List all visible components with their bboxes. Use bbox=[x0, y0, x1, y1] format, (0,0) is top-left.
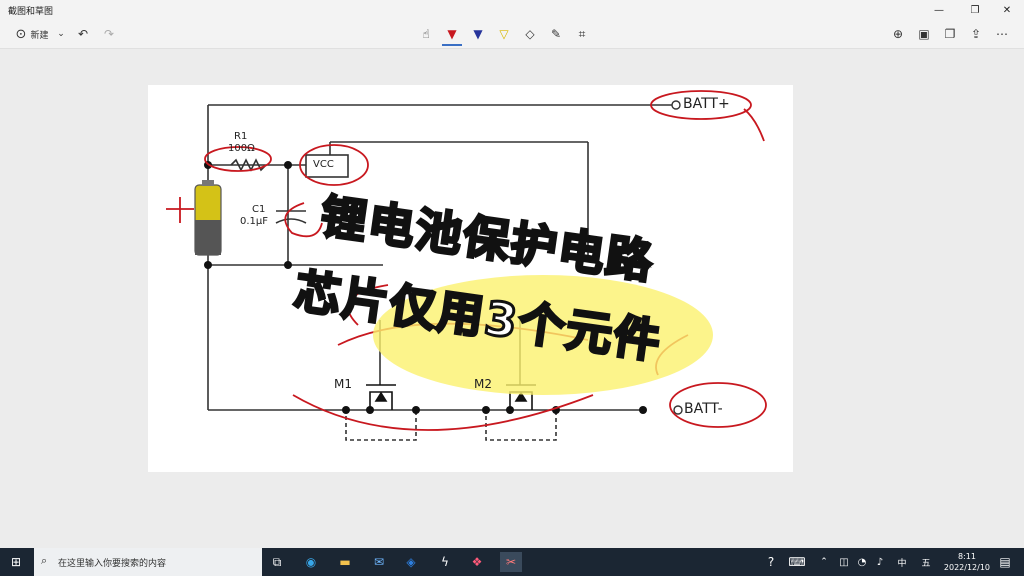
notifications-icon[interactable]: ▤ bbox=[994, 552, 1016, 572]
copy-icon[interactable]: ❐ bbox=[940, 24, 960, 44]
input-method-icon[interactable]: 五 bbox=[918, 552, 934, 572]
clock-time: 8:11 bbox=[957, 552, 976, 561]
wifi-icon[interactable]: ◔ bbox=[854, 552, 870, 572]
taskbar-search-box[interactable]: ⌕ 在这里输入你要搜索的内容 bbox=[34, 548, 262, 576]
title-bar: 截图和草图 — ❐ ✕ bbox=[0, 0, 1024, 20]
network-icon[interactable]: ◫ bbox=[836, 552, 852, 572]
zoom-icon[interactable]: ⊕ bbox=[888, 24, 908, 44]
edge-browser-icon[interactable]: ◉ bbox=[300, 552, 322, 572]
crop-icon[interactable]: ⌗ bbox=[572, 24, 592, 44]
help-icon[interactable]: ? bbox=[762, 552, 780, 572]
new-label: 新建 bbox=[30, 30, 49, 41]
keyboard-icon[interactable]: ⌨ bbox=[788, 552, 806, 572]
batt-minus-terminal bbox=[673, 405, 683, 415]
m1-label: M1 bbox=[334, 377, 352, 391]
undo-icon[interactable]: ↶ bbox=[74, 24, 92, 44]
r1-label: R1 bbox=[234, 131, 248, 142]
clock-date: 2022/12/10 bbox=[943, 563, 990, 572]
ruler-icon[interactable]: ✎ bbox=[546, 24, 566, 44]
maximize-button[interactable]: ❐ bbox=[958, 0, 992, 20]
share-icon[interactable]: ⇪ bbox=[966, 24, 986, 44]
touch-writing-icon[interactable]: ☝ bbox=[416, 24, 436, 44]
more-options-icon[interactable]: ⋯ bbox=[992, 24, 1012, 44]
minimize-button[interactable]: — bbox=[922, 0, 956, 20]
batt-plus-label: BATT+ bbox=[683, 96, 730, 112]
r1-value: 100Ω bbox=[228, 143, 255, 154]
taskbar-clock[interactable]: 8:11 2022/12/10 bbox=[944, 551, 990, 573]
store-app-icon[interactable]: ◈ bbox=[400, 552, 422, 572]
highlighter-icon[interactable]: ▽ bbox=[494, 24, 514, 44]
new-dropdown-chevron-icon[interactable]: ⌄ bbox=[54, 24, 68, 44]
search-placeholder: 在这里输入你要搜索的内容 bbox=[58, 559, 167, 569]
app-title: 截图和草图 bbox=[8, 7, 54, 17]
pencil-blue-icon[interactable]: ▼ bbox=[468, 24, 488, 44]
eraser-icon[interactable]: ◇ bbox=[520, 24, 540, 44]
screenshot-canvas[interactable]: R1 100Ω VCC C1 0.1μF BATT+ BATT- M1 M2 锂… bbox=[148, 85, 793, 472]
ballpoint-pen-red-icon[interactable]: ▼ bbox=[442, 24, 462, 46]
redo-icon[interactable]: ↷ bbox=[100, 24, 118, 44]
lightning-app-icon[interactable]: ϟ bbox=[434, 552, 456, 572]
save-icon[interactable]: ▣ bbox=[914, 24, 934, 44]
tray-expand-chevron-icon[interactable]: ⌃ bbox=[816, 552, 832, 572]
m2-label: M2 bbox=[474, 377, 492, 391]
toolbar: ⊙ 新建 ⌄ ↶ ↷ ☝ ▼ ▼ ▽ ◇ ✎ ⌗ ⊕ ▣ ❐ ⇪ ⋯ bbox=[0, 20, 1024, 49]
batt-minus-label: BATT- bbox=[684, 401, 723, 417]
mail-icon[interactable]: ✉ bbox=[368, 552, 390, 572]
snip-icon: ⊙ bbox=[15, 26, 27, 42]
start-windows-icon[interactable]: ⊞ bbox=[5, 552, 27, 572]
snipping-tool-taskbar-icon[interactable]: ✂ bbox=[500, 552, 522, 572]
vcc-label: VCC bbox=[313, 159, 334, 170]
speaker-icon[interactable]: ♪ bbox=[872, 552, 888, 572]
media-app-icon[interactable]: ❖ bbox=[466, 552, 488, 572]
battery-symbol bbox=[194, 180, 222, 256]
close-button[interactable]: ✕ bbox=[990, 0, 1024, 20]
new-button[interactable]: ⊙ 新建 bbox=[6, 24, 58, 44]
taskbar: ⊞ ⌕ 在这里输入你要搜索的内容 ⧉ ◉ ▬ ✉ ◈ ϟ ❖ ✂ ? ⌨ ⌃ ◫… bbox=[0, 548, 1024, 576]
search-icon: ⌕ bbox=[41, 554, 48, 567]
batt-plus-terminal bbox=[671, 100, 681, 110]
language-icon[interactable]: 中 bbox=[894, 552, 910, 572]
file-explorer-icon[interactable]: ▬ bbox=[334, 552, 356, 572]
task-view-icon[interactable]: ⧉ bbox=[266, 552, 288, 572]
c1-value: 0.1μF bbox=[240, 216, 269, 227]
c1-label: C1 bbox=[252, 204, 266, 215]
